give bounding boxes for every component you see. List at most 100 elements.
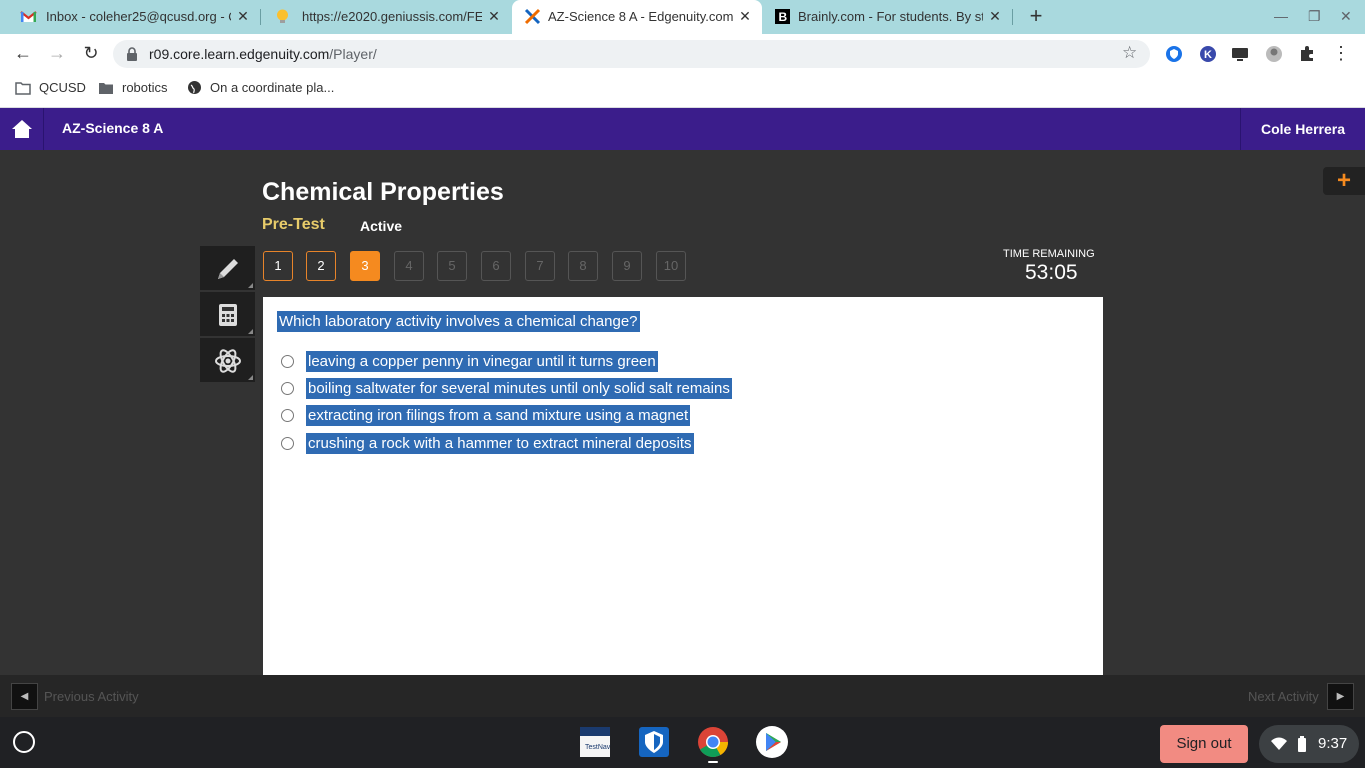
sign-out-button[interactable]: Sign out: [1160, 725, 1248, 763]
battery-icon: [1298, 736, 1306, 752]
radio-button[interactable]: [281, 382, 294, 395]
question-text-span: Which laboratory activity involves a che…: [277, 311, 640, 332]
url-host: r09.core.learn.edgenuity.com: [149, 46, 330, 62]
bookmark-qcusd[interactable]: QCUSD: [15, 80, 86, 95]
question-nav-8: 8: [568, 251, 598, 281]
question-nav-9: 9: [612, 251, 642, 281]
calculator-tool-button[interactable]: [200, 292, 255, 337]
choice-text: crushing a rock with a hammer to extract…: [306, 433, 694, 454]
expand-plus-button[interactable]: +: [1323, 167, 1365, 195]
radio-button[interactable]: [281, 409, 294, 422]
window-close-icon[interactable]: ✕: [1340, 8, 1352, 25]
pearson-testnav-icon[interactable]: TestNav: [578, 725, 612, 759]
bookmark-label: QCUSD: [39, 80, 86, 95]
next-activity-button[interactable]: ▶: [1327, 683, 1354, 710]
back-arrow-icon[interactable]: ←: [13, 43, 33, 63]
close-icon[interactable]: ✕: [486, 8, 502, 24]
edgenuity-icon: [524, 8, 541, 25]
bookmark-star-icon[interactable]: ☆: [1122, 43, 1137, 63]
tab-brainly[interactable]: B Brainly.com - For students. By st ✕: [762, 0, 1012, 34]
folder-icon: [99, 82, 113, 94]
activity-footer: [0, 675, 1365, 717]
clock-time: 9:37: [1318, 735, 1348, 752]
shield-extension-icon[interactable]: [1165, 45, 1183, 63]
calculator-icon: [219, 304, 237, 326]
answer-choice-3[interactable]: extracting iron filings from a sand mixt…: [281, 405, 691, 426]
previous-activity-button[interactable]: ◀: [11, 683, 38, 710]
question-nav-6: 6: [481, 251, 511, 281]
question-nav-7: 7: [525, 251, 555, 281]
tab-edgenuity[interactable]: AZ-Science 8 A - Edgenuity.com ✕: [512, 0, 762, 34]
question-nav-4: 4: [394, 251, 424, 281]
answer-choice-2[interactable]: boiling saltwater for several minutes un…: [281, 378, 732, 399]
question-nav-1[interactable]: 1: [263, 251, 293, 281]
extensions-puzzle-icon[interactable]: [1298, 45, 1316, 63]
next-activity-label: Next Activity: [1248, 689, 1319, 704]
bookmark-label: robotics: [122, 80, 168, 95]
activity-type: Pre-Test: [262, 216, 325, 233]
svg-text:TestNav: TestNav: [585, 744, 611, 751]
answer-choice-4[interactable]: crushing a rock with a hammer to extract…: [281, 433, 694, 454]
radio-button[interactable]: [281, 437, 294, 450]
bookmark-coordinate-plane[interactable]: On a coordinate pla...: [187, 80, 334, 95]
tab-gmail[interactable]: Inbox - coleher25@qcusd.org - Q ✕: [0, 0, 258, 34]
folder-outline-icon: [15, 81, 31, 95]
reload-icon[interactable]: ↻: [81, 43, 101, 63]
choice-text: leaving a copper penny in vinegar until …: [306, 351, 658, 372]
pencil-tool-button[interactable]: [200, 246, 255, 291]
user-name-menu[interactable]: Cole Herrera: [1240, 108, 1365, 150]
question-nav-2[interactable]: 2: [306, 251, 336, 281]
new-tab-button[interactable]: +: [1025, 5, 1047, 28]
tab-separator: [1012, 9, 1013, 25]
bookmark-label: On a coordinate pla...: [210, 80, 335, 95]
close-icon[interactable]: ✕: [987, 8, 1003, 24]
url-path: /Player/: [329, 46, 377, 62]
k-extension-icon[interactable]: K: [1199, 45, 1217, 63]
wifi-icon: [1271, 737, 1287, 750]
time-remaining-label: TIME REMAINING: [1003, 248, 1095, 260]
shield-app-icon[interactable]: [637, 725, 671, 759]
play-store-icon[interactable]: [755, 725, 789, 759]
question-text: Which laboratory activity involves a che…: [277, 311, 640, 332]
svg-text:K: K: [1204, 49, 1212, 61]
maximize-icon[interactable]: ❐: [1308, 8, 1321, 25]
tab-title: https://e2020.geniussis.com/FE: [302, 9, 482, 24]
home-button[interactable]: [0, 108, 44, 150]
question-nav-5: 5: [437, 251, 467, 281]
activity-status: Active: [360, 218, 403, 234]
bulb-icon: [277, 9, 288, 23]
previous-activity-label: Previous Activity: [44, 689, 139, 704]
atom-icon: [215, 349, 241, 373]
tab-separator: [260, 9, 261, 25]
lock-icon: [127, 47, 137, 61]
home-icon: [12, 120, 32, 138]
tab-geniussis[interactable]: https://e2020.geniussis.com/FE ✕: [262, 0, 512, 34]
url-text[interactable]: r09.core.learn.edgenuity.com/Player/: [149, 46, 377, 62]
close-icon[interactable]: ✕: [235, 8, 251, 24]
choice-text: extracting iron filings from a sand mixt…: [306, 405, 691, 426]
course-header: [0, 108, 1365, 150]
bookmark-robotics[interactable]: robotics: [98, 80, 168, 95]
tab-title: AZ-Science 8 A - Edgenuity.com: [548, 9, 734, 24]
tool-palette: [200, 246, 255, 386]
globe-icon: [188, 81, 201, 94]
chrome-icon[interactable]: [696, 725, 730, 759]
gmail-icon: [20, 11, 37, 22]
question-nav-3[interactable]: 3: [350, 251, 380, 281]
launcher-icon[interactable]: [13, 731, 35, 753]
svg-text:B: B: [779, 10, 788, 24]
brainly-icon: B: [775, 9, 790, 24]
avatar-extension-icon[interactable]: [1265, 45, 1283, 63]
course-title: AZ-Science 8 A: [62, 120, 164, 136]
answer-choice-1[interactable]: leaving a copper penny in vinegar until …: [281, 351, 658, 372]
menu-kebab-icon[interactable]: ⋮: [1331, 43, 1351, 63]
radio-button[interactable]: [281, 355, 294, 368]
pencil-icon: [218, 259, 238, 279]
lesson-title: Chemical Properties: [262, 178, 504, 206]
close-icon[interactable]: ✕: [737, 8, 753, 24]
minimize-icon[interactable]: —: [1274, 8, 1288, 24]
periodic-table-tool-button[interactable]: [200, 338, 255, 383]
forward-arrow-icon[interactable]: →: [47, 43, 67, 63]
tab-title: Inbox - coleher25@qcusd.org - Q: [46, 9, 231, 24]
screen-extension-icon[interactable]: [1231, 45, 1249, 63]
